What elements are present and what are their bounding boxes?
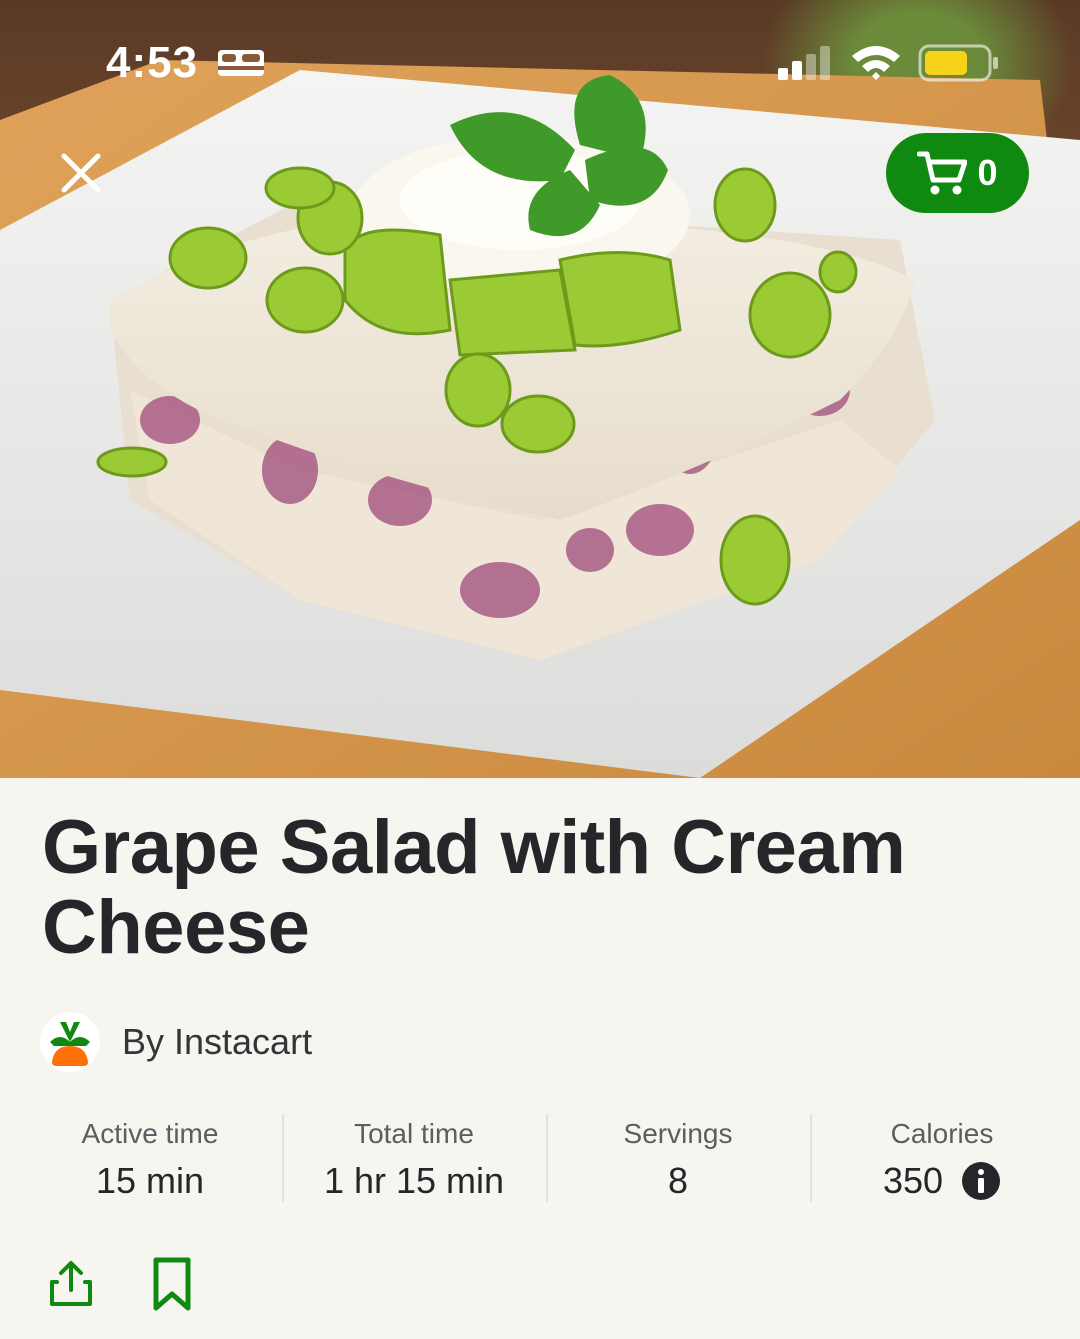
status-time: 4:53 xyxy=(106,38,199,87)
signal-icon xyxy=(778,46,830,80)
stat-active-time: Active time 15 min xyxy=(18,1110,282,1205)
stat-label: Total time xyxy=(354,1118,474,1149)
stat-label: Calories xyxy=(890,1118,994,1149)
share-icon xyxy=(50,1261,92,1306)
sleep-icon xyxy=(218,50,264,76)
close-icon xyxy=(61,153,101,193)
recipe-author[interactable]: By Instacart xyxy=(40,1012,312,1072)
share-button[interactable] xyxy=(48,1258,94,1310)
stat-label: Servings xyxy=(623,1118,733,1149)
stat-value: 350 xyxy=(883,1160,1001,1202)
bookmark-button[interactable] xyxy=(150,1256,194,1312)
info-icon[interactable] xyxy=(961,1161,1001,1201)
stat-value: 15 min xyxy=(95,1160,205,1201)
author-name: By Instacart xyxy=(122,1021,313,1062)
battery-icon xyxy=(918,44,998,82)
avatar xyxy=(40,1012,100,1072)
stat-total-time: Total time 1 hr 15 min xyxy=(282,1110,546,1205)
recipe-hero-image: 4:53 0 xyxy=(0,0,1080,778)
cart-icon xyxy=(917,151,968,195)
stat-label: Active time xyxy=(81,1118,219,1149)
wifi-icon xyxy=(852,46,900,80)
stat-value: 1 hr 15 min xyxy=(323,1160,505,1201)
cart-button[interactable]: 0 xyxy=(886,133,1029,213)
status-bar: 4:53 xyxy=(0,0,1080,130)
stat-value: 8 xyxy=(667,1160,689,1201)
close-button[interactable] xyxy=(52,144,110,202)
recipe-title: Grape Salad with Cream Cheese xyxy=(42,805,906,970)
cart-count: 0 xyxy=(977,152,998,193)
stat-servings: Servings 8 xyxy=(546,1110,810,1205)
stat-calories: Calories 350 xyxy=(810,1110,1074,1205)
recipe-stats: Active time 15 min Total time 1 hr 15 mi… xyxy=(18,1110,1080,1205)
instacart-carrot-logo xyxy=(50,1022,90,1066)
bookmark-icon xyxy=(153,1257,191,1311)
